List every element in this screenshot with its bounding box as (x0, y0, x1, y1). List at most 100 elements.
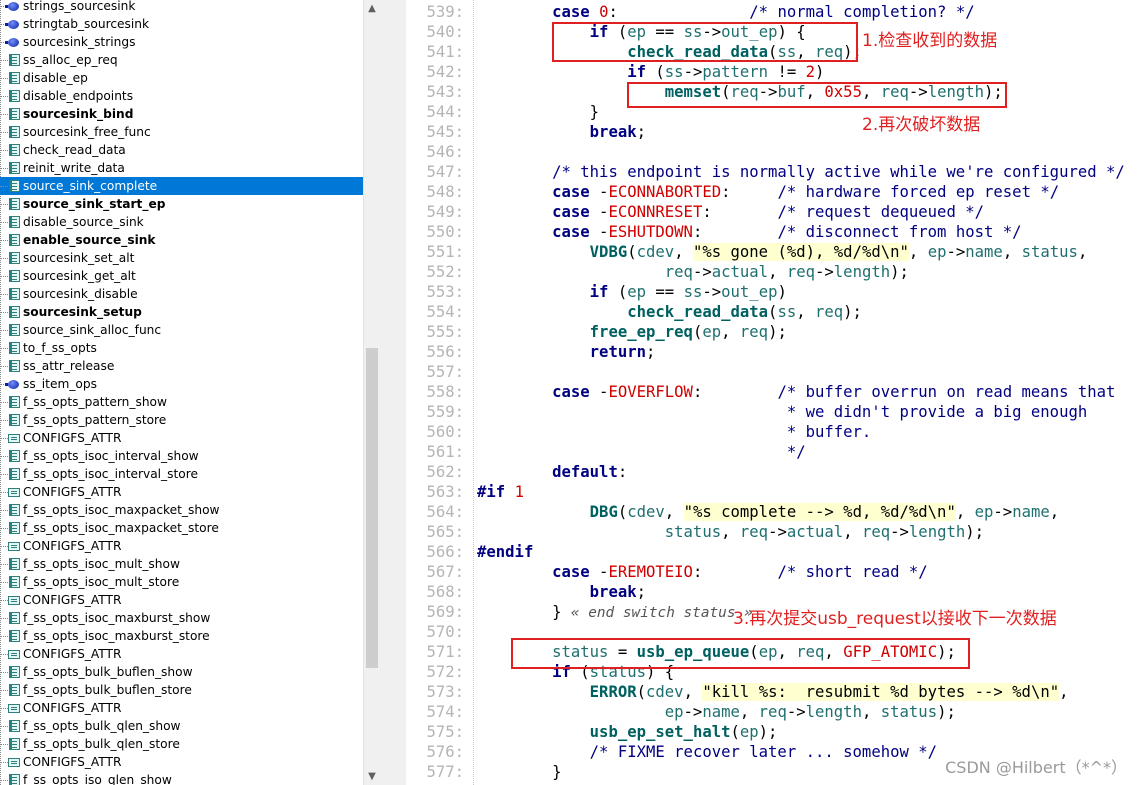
symbol-item[interactable]: disable_endpoints (0, 87, 363, 105)
tree-connector (0, 744, 8, 745)
code-token: , (674, 243, 693, 261)
code-token: ERROR (589, 683, 637, 701)
symbol-item[interactable]: f_ss_opts_isoc_mult_store (0, 573, 363, 591)
function-icon (9, 216, 20, 228)
function-icon (9, 126, 20, 138)
symbol-item[interactable]: source_sink_complete (0, 177, 363, 195)
symbol-item[interactable]: f_ss_opts_isoc_maxpacket_store (0, 519, 363, 537)
code-token: ECONNRESET (608, 203, 703, 221)
symbol-item[interactable]: f_ss_opts_bulk_qlen_show (0, 717, 363, 735)
symbol-item[interactable]: sourcesink_set_alt (0, 249, 363, 267)
code-line: case -ESHUTDOWN: /* disconnect from host… (477, 222, 1021, 242)
symbol-item[interactable]: CONFIGFS_ATTR (0, 699, 363, 717)
symbol-item[interactable]: f_ss_opts_isoc_interval_store (0, 465, 363, 483)
code-token: -> (683, 63, 703, 81)
scrollbar-thumb[interactable] (366, 348, 378, 668)
symbol-item[interactable]: sourcesink_get_alt (0, 267, 363, 285)
code-token: == (646, 283, 684, 301)
code-token: ); (758, 723, 778, 741)
symbol-item[interactable]: sourcesink_free_func (0, 123, 363, 141)
gutter-divider (473, 0, 474, 785)
symbol-item[interactable]: CONFIGFS_ATTR (0, 483, 363, 501)
symbol-item[interactable]: check_read_data (0, 141, 363, 159)
symbol-item[interactable]: f_ss_opts_bulk_buflen_store (0, 681, 363, 699)
code-line: check_read_data(ss, req); (477, 302, 862, 322)
symbol-item[interactable]: f_ss_opts_pattern_store (0, 411, 363, 429)
symbol-item[interactable]: f_ss_opts_pattern_show (0, 393, 363, 411)
scroll-down-arrow-icon[interactable]: ▼ (364, 768, 380, 785)
function-icon (9, 360, 20, 372)
code-token: ( (646, 63, 665, 81)
symbol-item[interactable]: f_ss_opts_bulk_qlen_store (0, 735, 363, 753)
symbol-item[interactable]: strings_sourcesink (0, 0, 363, 15)
line-number: 563: (426, 483, 464, 501)
code-token: : (692, 383, 703, 401)
symbol-item[interactable]: source_sink_alloc_func (0, 321, 363, 339)
symbol-item[interactable]: CONFIGFS_ATTR (0, 645, 363, 663)
symbol-item[interactable]: f_ss_opts_isoc_mult_show (0, 555, 363, 573)
code-line: } « end switch status » (477, 602, 753, 623)
symbol-item[interactable]: f_ss_opts_iso_qlen_show (0, 771, 363, 785)
symbol-item[interactable]: f_ss_opts_isoc_maxpacket_show (0, 501, 363, 519)
symbol-item[interactable]: CONFIGFS_ATTR (0, 591, 363, 609)
symbol-item[interactable]: disable_ep (0, 69, 363, 87)
symbol-item[interactable]: CONFIGFS_ATTR (0, 753, 363, 771)
code-token: out_ep (721, 283, 778, 301)
annotation-label-3: 3.再次提交usb_request以接收下一次数据 (733, 609, 1057, 629)
code-token: , (908, 243, 928, 261)
code-token: , (721, 523, 740, 541)
symbol-item[interactable]: sourcesink_setup (0, 303, 363, 321)
line-number: 558: (426, 383, 464, 401)
tree-connector (0, 132, 8, 133)
code-token: } (552, 603, 571, 621)
symbol-list-scrollbar[interactable]: ▲ ▼ (363, 0, 380, 785)
code-line: ERROR(cdev, "kill %s: resubmit %d bytes … (477, 682, 1069, 702)
symbol-item[interactable]: disable_source_sink (0, 213, 363, 231)
symbol-item[interactable]: f_ss_opts_isoc_maxburst_store (0, 627, 363, 645)
tree-connector (0, 60, 8, 61)
symbol-label: f_ss_opts_bulk_qlen_store (23, 737, 180, 751)
symbol-label: source_sink_start_ep (23, 197, 166, 211)
symbol-item[interactable]: sourcesink_strings (0, 33, 363, 51)
variable-icon (5, 380, 19, 389)
symbol-item[interactable]: CONFIGFS_ATTR (0, 537, 363, 555)
symbol-item[interactable]: f_ss_opts_bulk_buflen_show (0, 663, 363, 681)
symbol-item[interactable]: ss_attr_release (0, 357, 363, 375)
symbol-item[interactable]: f_ss_opts_isoc_maxburst_show (0, 609, 363, 627)
scroll-up-arrow-icon[interactable]: ▲ (364, 0, 380, 17)
panel-divider[interactable] (380, 0, 406, 785)
tree-connector (0, 420, 8, 421)
symbol-label: sourcesink_disable (23, 287, 138, 301)
symbol-label: f_ss_opts_isoc_interval_store (23, 467, 198, 481)
code-token: EREMOTEIO (608, 563, 693, 581)
code-token: : (692, 563, 703, 581)
macro-icon (8, 434, 20, 443)
symbol-item[interactable]: ss_item_ops (0, 375, 363, 393)
symbol-item[interactable]: sourcesink_disable (0, 285, 363, 303)
symbol-item[interactable]: stringtab_sourcesink (0, 15, 363, 33)
symbol-label: f_ss_opts_isoc_mult_show (23, 557, 180, 571)
symbol-item[interactable]: CONFIGFS_ATTR (0, 429, 363, 447)
symbol-item[interactable]: sourcesink_bind (0, 105, 363, 123)
symbol-item[interactable]: to_f_ss_opts (0, 339, 363, 357)
line-number: 540: (426, 23, 464, 41)
symbol-item[interactable]: reinit_write_data (0, 159, 363, 177)
symbol-item[interactable]: source_sink_start_ep (0, 195, 363, 213)
symbol-item[interactable]: enable_source_sink (0, 231, 363, 249)
symbol-item[interactable]: ss_alloc_ep_req (0, 51, 363, 69)
code-token: if (627, 63, 646, 81)
function-icon (9, 576, 20, 588)
tree-connector (0, 618, 8, 619)
symbol-label: enable_source_sink (23, 233, 156, 247)
tree-connector (0, 510, 8, 511)
code-token: , (739, 703, 759, 721)
symbol-item[interactable]: f_ss_opts_isoc_interval_show (0, 447, 363, 465)
